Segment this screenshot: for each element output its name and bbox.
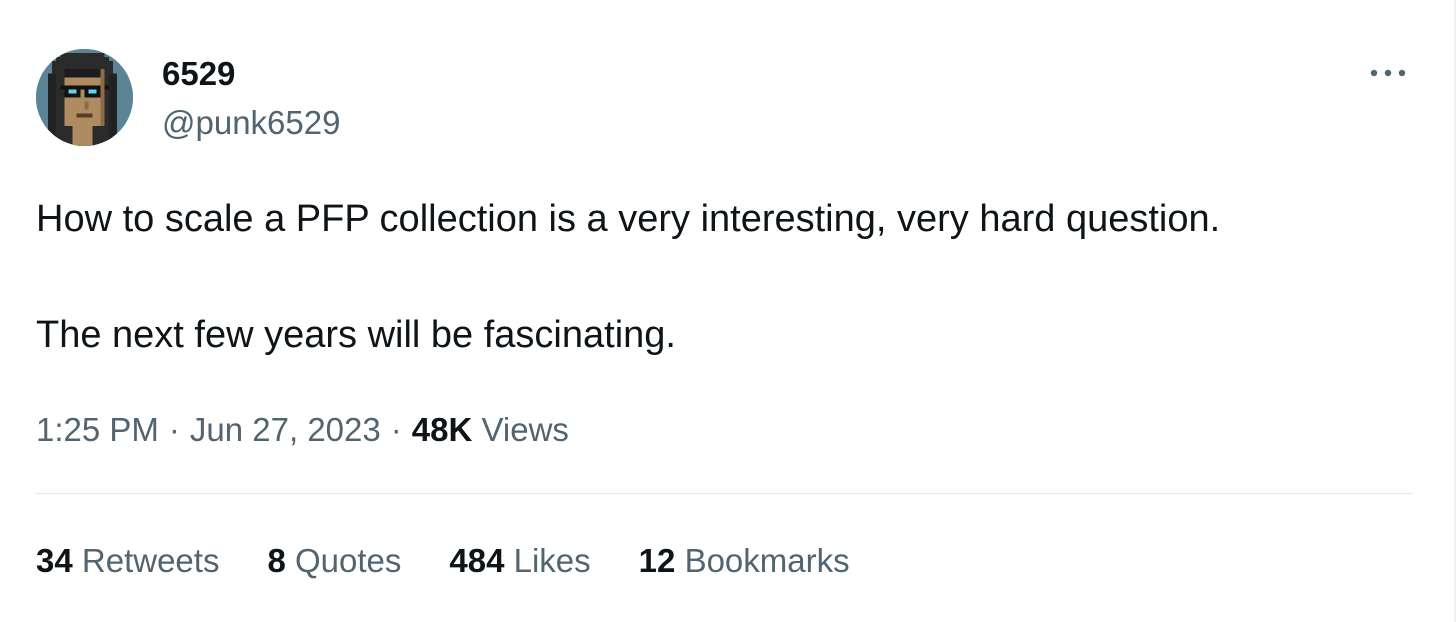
bookmarks-stat[interactable]: 12 Bookmarks bbox=[639, 541, 850, 581]
views-label: Views bbox=[481, 411, 569, 448]
user-handle[interactable]: @punk6529 bbox=[162, 103, 340, 143]
bookmarks-label: Bookmarks bbox=[684, 542, 850, 579]
tweet-meta: 1:25 PM · Jun 27, 2023 · 48K Views bbox=[36, 410, 569, 450]
more-horizontal-icon bbox=[1370, 69, 1406, 77]
retweets-count: 34 bbox=[36, 542, 73, 579]
cryptopunk-avatar-icon bbox=[36, 49, 133, 146]
tweet-text: How to scale a PFP collection is a very … bbox=[36, 196, 1416, 358]
retweets-stat[interactable]: 34 Retweets bbox=[36, 541, 219, 581]
likes-stat[interactable]: 484 Likes bbox=[449, 541, 590, 581]
meta-separator: · bbox=[390, 411, 402, 448]
likes-count: 484 bbox=[449, 542, 505, 579]
tweet-card: 6529 @punk6529 How to scale a PFP collec… bbox=[0, 0, 1456, 622]
retweets-label: Retweets bbox=[81, 542, 220, 579]
tweet-paragraph: The next few years will be fascinating. bbox=[36, 314, 676, 356]
views-count: 48K bbox=[411, 411, 473, 448]
engagement-stats: 34 Retweets 8 Quotes 484 Likes 12 Bookma… bbox=[36, 541, 850, 581]
tweet-time[interactable]: 1:25 PM bbox=[36, 411, 159, 448]
tweet-date[interactable]: Jun 27, 2023 bbox=[190, 411, 381, 448]
quotes-label: Quotes bbox=[294, 542, 402, 579]
divider bbox=[36, 493, 1412, 494]
quotes-stat[interactable]: 8 Quotes bbox=[267, 541, 401, 581]
more-options-button[interactable] bbox=[1366, 58, 1414, 88]
views-link[interactable]: 48K Views bbox=[412, 411, 569, 448]
meta-separator: · bbox=[168, 411, 180, 448]
quotes-count: 8 bbox=[267, 542, 286, 579]
bookmarks-count: 12 bbox=[638, 542, 676, 579]
display-name[interactable]: 6529 bbox=[162, 54, 235, 94]
likes-label: Likes bbox=[513, 542, 591, 579]
avatar[interactable] bbox=[36, 49, 133, 146]
tweet-paragraph: How to scale a PFP collection is a very … bbox=[36, 198, 1221, 240]
